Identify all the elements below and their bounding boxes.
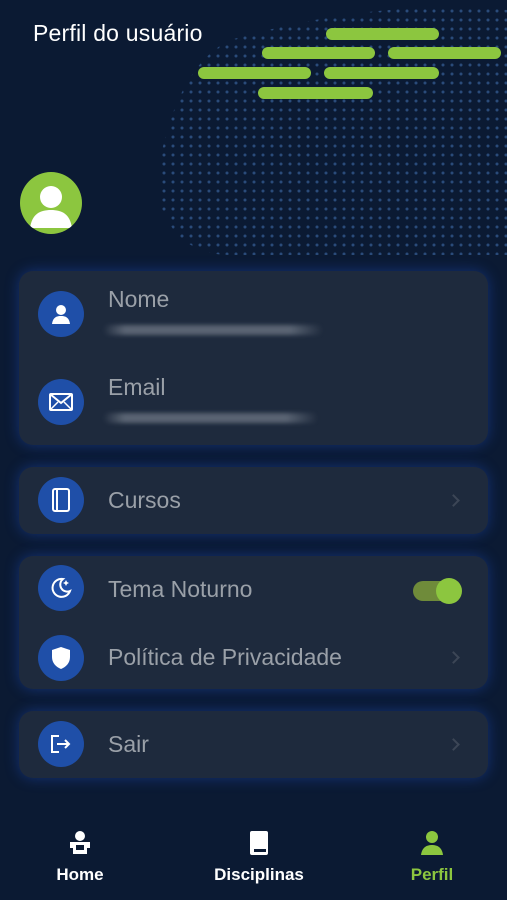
moon-icon-badge <box>38 565 84 611</box>
chevron-right-icon <box>447 651 460 664</box>
moon-icon <box>51 577 72 598</box>
bottom-nav: Home Disciplinas Perfil <box>0 805 507 900</box>
avatar[interactable] <box>20 172 82 234</box>
shield-icon-badge <box>38 635 84 681</box>
cursos-card[interactable]: Cursos <box>19 467 488 534</box>
tema-noturno-row: Tema Noturno <box>19 558 488 618</box>
sair-label: Sair <box>108 731 149 757</box>
nav-label-perfil: Perfil <box>410 865 454 884</box>
nav-label-disciplinas: Disciplinas <box>214 865 304 884</box>
shield-icon <box>52 647 70 669</box>
name-label: Nome <box>108 286 170 312</box>
privacidade-label: Política de Privacidade <box>108 644 342 670</box>
nav-item-disciplinas[interactable]: Disciplinas <box>199 805 319 900</box>
person-icon <box>421 831 443 855</box>
page-title: Perfil do usuário <box>33 20 203 46</box>
settings-card: Tema Noturno Política de Privacidade <box>19 556 488 689</box>
mail-icon <box>49 393 73 411</box>
book-icon <box>250 831 268 855</box>
nav-item-home[interactable]: Home <box>20 805 140 900</box>
mail-icon-badge <box>38 379 84 425</box>
email-row: Email <box>19 369 488 429</box>
book-icon <box>52 488 70 512</box>
nav-label-home: Home <box>56 865 104 884</box>
dark-theme-toggle[interactable] <box>413 578 462 604</box>
privacidade-row[interactable]: Política de Privacidade <box>19 626 488 686</box>
home-icon <box>70 831 90 854</box>
name-row: Nome <box>19 281 488 341</box>
person-icon <box>30 186 72 228</box>
logout-icon <box>51 735 71 753</box>
sair-card[interactable]: Sair <box>19 711 488 778</box>
user-icon-badge <box>38 291 84 337</box>
logout-icon-badge <box>38 721 84 767</box>
user-icon <box>52 305 70 324</box>
chevron-right-icon <box>447 494 460 507</box>
email-label: Email <box>108 374 166 400</box>
cursos-label: Cursos <box>108 487 181 513</box>
nav-item-perfil[interactable]: Perfil <box>372 805 492 900</box>
email-value-redacted <box>103 413 318 423</box>
profile-info-card: Nome Email <box>19 271 488 445</box>
name-value-redacted <box>103 325 323 335</box>
tema-noturno-label: Tema Noturno <box>108 576 253 602</box>
book-icon-badge <box>38 477 84 523</box>
chevron-right-icon <box>447 738 460 751</box>
toggle-knob <box>436 578 462 604</box>
